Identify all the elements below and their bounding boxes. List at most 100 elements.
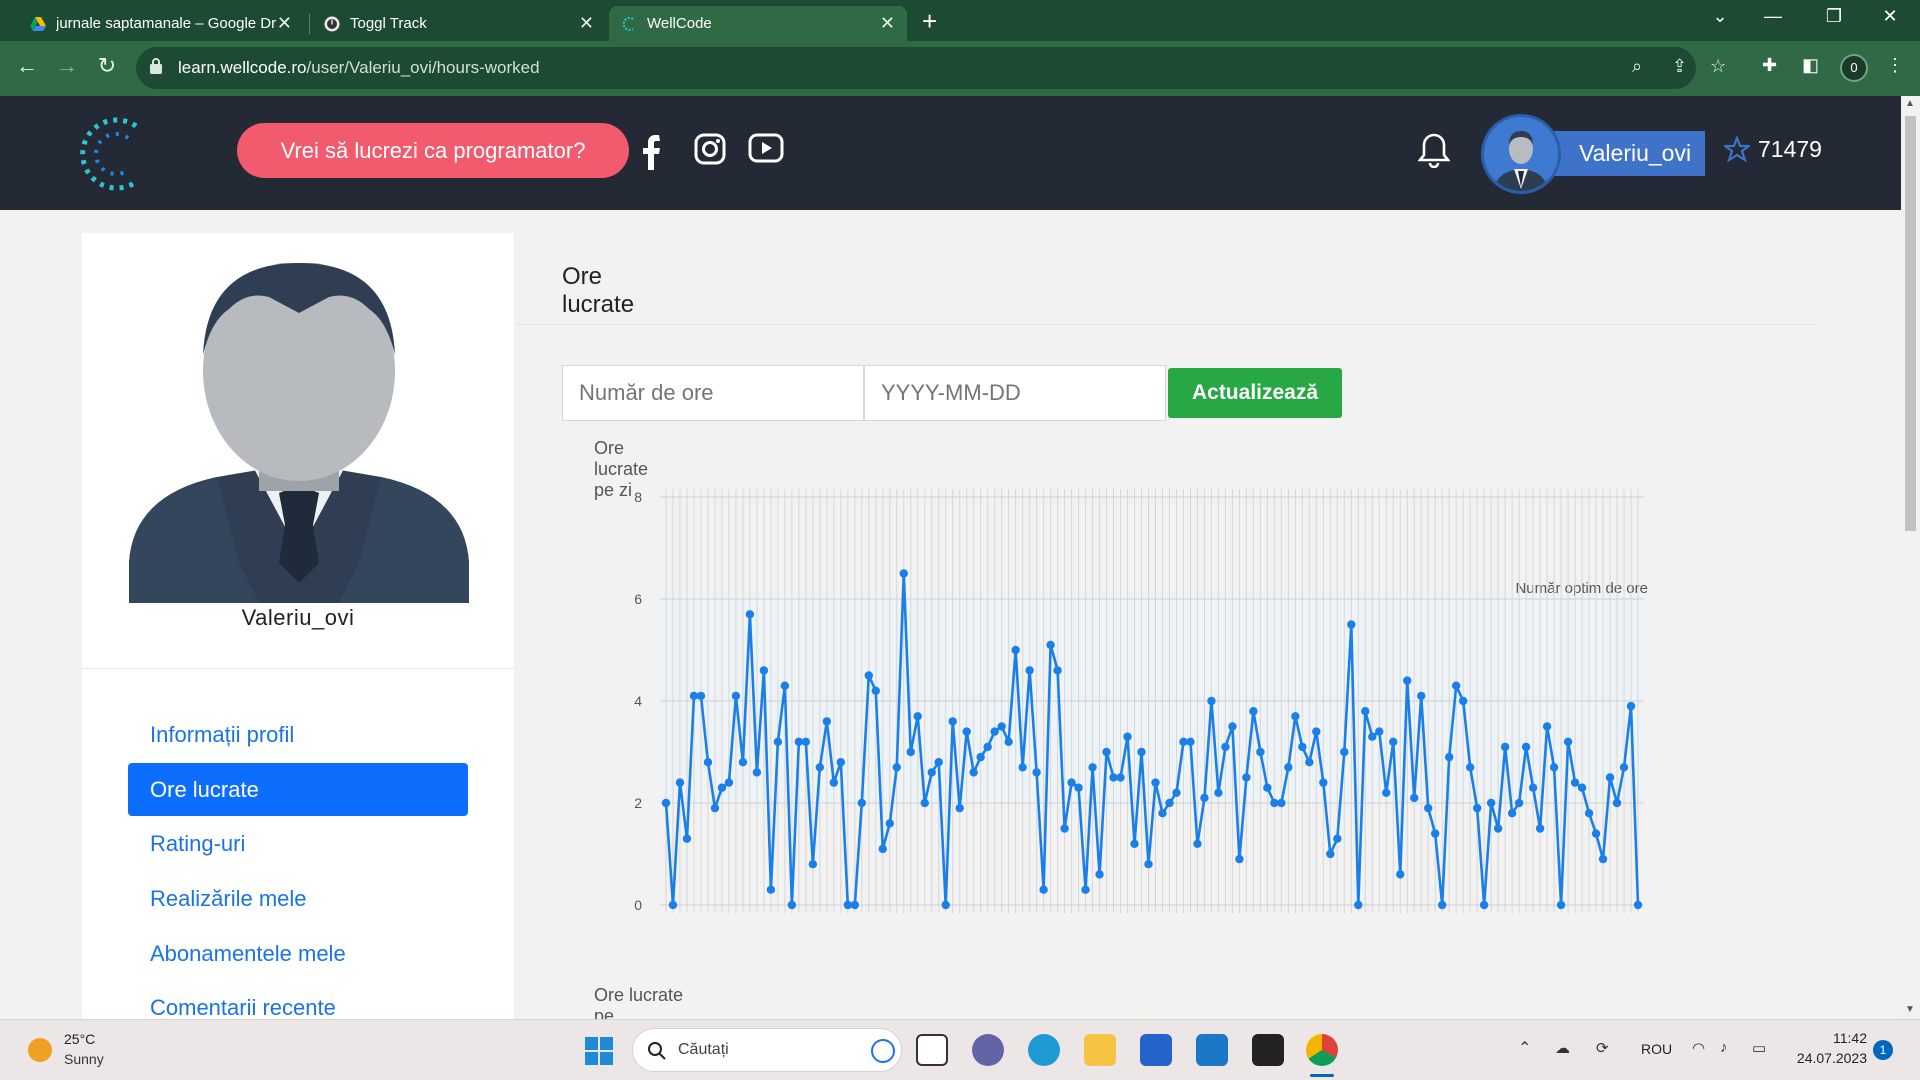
profile-badge[interactable]: 0 bbox=[1840, 54, 1868, 82]
data-point bbox=[829, 778, 839, 787]
tray-chevron-icon[interactable]: ⌃ bbox=[1518, 1038, 1531, 1058]
data-point bbox=[1340, 747, 1349, 757]
share-icon[interactable]: ⇪ bbox=[1672, 56, 1687, 77]
instagram-icon[interactable] bbox=[694, 133, 726, 165]
data-point bbox=[661, 798, 671, 808]
tab-google-drive[interactable]: jurnale saptamanale – Google Dr ✕ bbox=[18, 6, 304, 41]
sync-icon[interactable]: ⟳ bbox=[1596, 1039, 1609, 1057]
windows-start-icon[interactable] bbox=[584, 1036, 614, 1066]
data-point bbox=[1577, 783, 1587, 792]
weather-temp[interactable]: 25°C bbox=[64, 1031, 95, 1047]
sidebar-item-hours-worked[interactable]: Ore lucrate bbox=[128, 763, 468, 816]
data-point bbox=[1424, 803, 1433, 813]
onedrive-icon[interactable]: ☁ bbox=[1555, 1039, 1570, 1057]
wifi-icon[interactable]: ◠ bbox=[1692, 1039, 1705, 1057]
data-point bbox=[787, 900, 797, 910]
wellcode-logo[interactable] bbox=[78, 114, 148, 194]
tab-wellcode[interactable]: WellCode ✕ bbox=[609, 6, 907, 41]
mail-icon[interactable] bbox=[1196, 1034, 1228, 1066]
page-scrollbar[interactable]: ▲ ▼ bbox=[1901, 96, 1920, 1019]
scrollbar-thumb[interactable] bbox=[1905, 116, 1916, 531]
avatar[interactable] bbox=[1481, 114, 1561, 194]
data-point bbox=[1612, 798, 1622, 808]
side-panel-icon[interactable]: ◧ bbox=[1802, 55, 1819, 76]
close-window-icon[interactable]: ✕ bbox=[1870, 6, 1910, 27]
date-input[interactable] bbox=[864, 365, 1166, 421]
data-point bbox=[1479, 900, 1489, 910]
data-point bbox=[1151, 778, 1160, 787]
data-point bbox=[1570, 778, 1580, 787]
weather-condition[interactable]: Sunny bbox=[64, 1051, 104, 1067]
scroll-up-icon[interactable]: ▲ bbox=[1905, 98, 1915, 109]
bookmark-star-icon[interactable]: ☆ bbox=[1710, 56, 1726, 77]
sun-icon[interactable] bbox=[28, 1038, 52, 1062]
zoom-icon[interactable]: ⌕ bbox=[1632, 56, 1642, 77]
microsoft-store-icon[interactable] bbox=[1140, 1034, 1172, 1066]
extensions-icon[interactable]: ✚ bbox=[1762, 55, 1777, 76]
battery-icon[interactable]: ▭ bbox=[1752, 1039, 1766, 1057]
google-drive-icon bbox=[30, 16, 46, 31]
notification-bell-icon[interactable] bbox=[1418, 132, 1450, 168]
data-point bbox=[724, 778, 734, 787]
sidebar-item-achievements[interactable]: Realizările mele bbox=[128, 872, 468, 925]
data-point bbox=[1326, 849, 1335, 859]
notification-count-badge[interactable]: 1 bbox=[1873, 1040, 1893, 1060]
tab-close-icon[interactable]: ✕ bbox=[277, 13, 292, 34]
data-point bbox=[1116, 773, 1125, 782]
data-point bbox=[864, 671, 873, 680]
new-tab-button[interactable]: + bbox=[922, 6, 937, 37]
bing-icon[interactable] bbox=[871, 1039, 895, 1063]
edge-icon[interactable] bbox=[1028, 1034, 1060, 1066]
become-programmer-button[interactable]: Vrei să lucrezi ca programator? bbox=[237, 123, 629, 178]
y-tick-label: 2 bbox=[634, 795, 642, 811]
address-bar[interactable]: learn.wellcode.ro/user/Valeriu_ovi/hours… bbox=[136, 47, 1726, 89]
header-username[interactable]: Valeriu_ovi bbox=[1543, 131, 1706, 176]
data-point bbox=[969, 768, 978, 777]
tab-close-icon[interactable]: ✕ bbox=[579, 13, 594, 34]
menu-kebab-icon[interactable]: ⋮ bbox=[1886, 55, 1904, 76]
back-icon[interactable]: ← bbox=[12, 53, 42, 79]
sidebar-item-ratings[interactable]: Rating-uri bbox=[128, 817, 468, 870]
volume-icon[interactable]: ♪ bbox=[1720, 1039, 1728, 1056]
maximize-icon[interactable]: ❐ bbox=[1814, 6, 1854, 27]
user-menu[interactable]: Valeriu_ovi bbox=[1481, 114, 1717, 194]
tab-close-icon[interactable]: ✕ bbox=[880, 13, 895, 34]
chrome-icon[interactable] bbox=[1306, 1034, 1338, 1066]
data-point bbox=[1417, 691, 1426, 701]
youtube-icon[interactable] bbox=[748, 133, 784, 163]
file-explorer-icon[interactable] bbox=[1084, 1034, 1116, 1066]
teams-chat-icon[interactable] bbox=[972, 1034, 1004, 1066]
data-point bbox=[1458, 696, 1468, 706]
notion-icon[interactable] bbox=[1252, 1034, 1284, 1066]
task-view-icon[interactable] bbox=[916, 1034, 948, 1066]
reload-icon[interactable]: ↻ bbox=[92, 53, 122, 79]
data-point bbox=[836, 758, 846, 767]
data-point bbox=[1361, 707, 1370, 716]
language-indicator[interactable]: ROU bbox=[1641, 1041, 1672, 1057]
data-point bbox=[1472, 803, 1482, 813]
hours-input[interactable] bbox=[562, 365, 864, 421]
y-tick-label: 4 bbox=[634, 693, 642, 709]
wellcode-logo-icon bbox=[622, 16, 634, 31]
sidebar-item-subscriptions[interactable]: Abonamentele mele bbox=[128, 927, 468, 980]
forward-icon[interactable]: → bbox=[52, 53, 82, 79]
taskbar-search[interactable]: Căutați bbox=[632, 1028, 902, 1072]
data-point bbox=[1347, 620, 1356, 629]
data-point bbox=[1277, 798, 1286, 808]
tab-toggl-track[interactable]: Toggl Track ✕ bbox=[312, 6, 606, 41]
data-point bbox=[1018, 763, 1027, 772]
sidebar-item-profile-info[interactable]: Informații profil bbox=[128, 708, 468, 761]
minimize-icon[interactable]: — bbox=[1753, 6, 1793, 27]
clock-date[interactable]: 24.07.2023 bbox=[1793, 1050, 1867, 1066]
data-point bbox=[1633, 900, 1643, 910]
data-point bbox=[815, 763, 825, 772]
tab-search-icon[interactable]: ⌄ bbox=[1700, 6, 1740, 27]
user-avatar-icon bbox=[1494, 131, 1548, 191]
scroll-down-icon[interactable]: ▼ bbox=[1905, 1004, 1915, 1015]
facebook-icon[interactable] bbox=[640, 133, 670, 171]
update-button[interactable]: Actualizează bbox=[1168, 368, 1342, 418]
data-point bbox=[1123, 732, 1132, 741]
data-point bbox=[1004, 737, 1013, 746]
clock-time[interactable]: 11:42 bbox=[1793, 1030, 1867, 1046]
active-app-indicator bbox=[1310, 1074, 1334, 1077]
